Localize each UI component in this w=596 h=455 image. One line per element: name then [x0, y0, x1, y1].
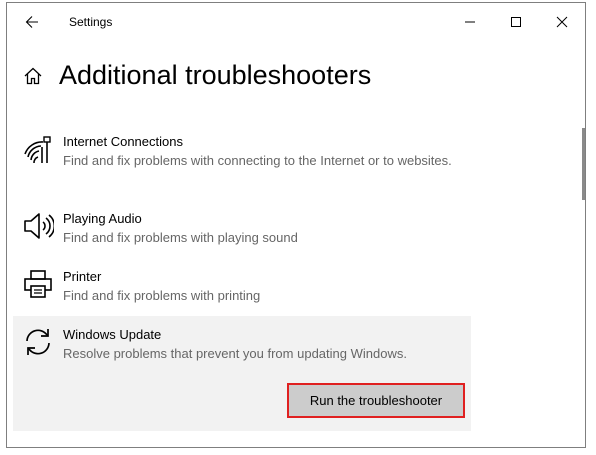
settings-window: Settings Additional troubleshooters Inte… — [6, 2, 586, 448]
back-button[interactable] — [15, 9, 49, 35]
troubleshooter-printer[interactable]: Printer Find and fix problems with print… — [13, 258, 471, 316]
item-title: Internet Connections — [63, 134, 183, 149]
app-title: Settings — [69, 15, 113, 29]
maximize-icon — [511, 17, 521, 27]
minimize-icon — [465, 21, 475, 23]
back-arrow-icon — [25, 16, 38, 28]
item-title: Windows Update — [63, 327, 162, 342]
troubleshooter-playing-audio[interactable]: Playing Audio Find and fix problems with… — [13, 200, 471, 258]
page-title: Additional troubleshooters — [59, 60, 372, 90]
sync-icon — [26, 329, 50, 355]
speaker-icon — [24, 213, 54, 239]
troubleshooter-windows-update[interactable]: Windows Update Resolve problems that pre… — [13, 316, 471, 431]
item-title: Printer — [63, 269, 102, 284]
troubleshooter-internet-connections[interactable]: Internet Connections Find and fix proble… — [13, 123, 471, 200]
run-troubleshooter-button[interactable]: Run the troubleshooter — [287, 383, 465, 418]
title-bar: Settings — [7, 3, 585, 41]
scrollbar-thumb[interactable] — [582, 128, 585, 200]
maximize-button[interactable] — [493, 3, 539, 41]
troubleshooter-list: Internet Connections Find and fix proble… — [13, 123, 471, 431]
item-description: Resolve problems that prevent you from u… — [63, 346, 407, 361]
wifi-icon — [24, 136, 51, 164]
item-description: Find and fix problems with playing sound — [63, 230, 298, 245]
close-button[interactable] — [539, 3, 585, 41]
printer-icon — [24, 270, 52, 298]
item-description: Find and fix problems with printing — [63, 288, 261, 303]
close-icon — [556, 16, 568, 28]
item-description: Find and fix problems with connecting to… — [63, 153, 452, 168]
home-icon[interactable] — [23, 66, 43, 86]
item-title: Playing Audio — [63, 211, 142, 226]
minimize-button[interactable] — [447, 3, 493, 41]
